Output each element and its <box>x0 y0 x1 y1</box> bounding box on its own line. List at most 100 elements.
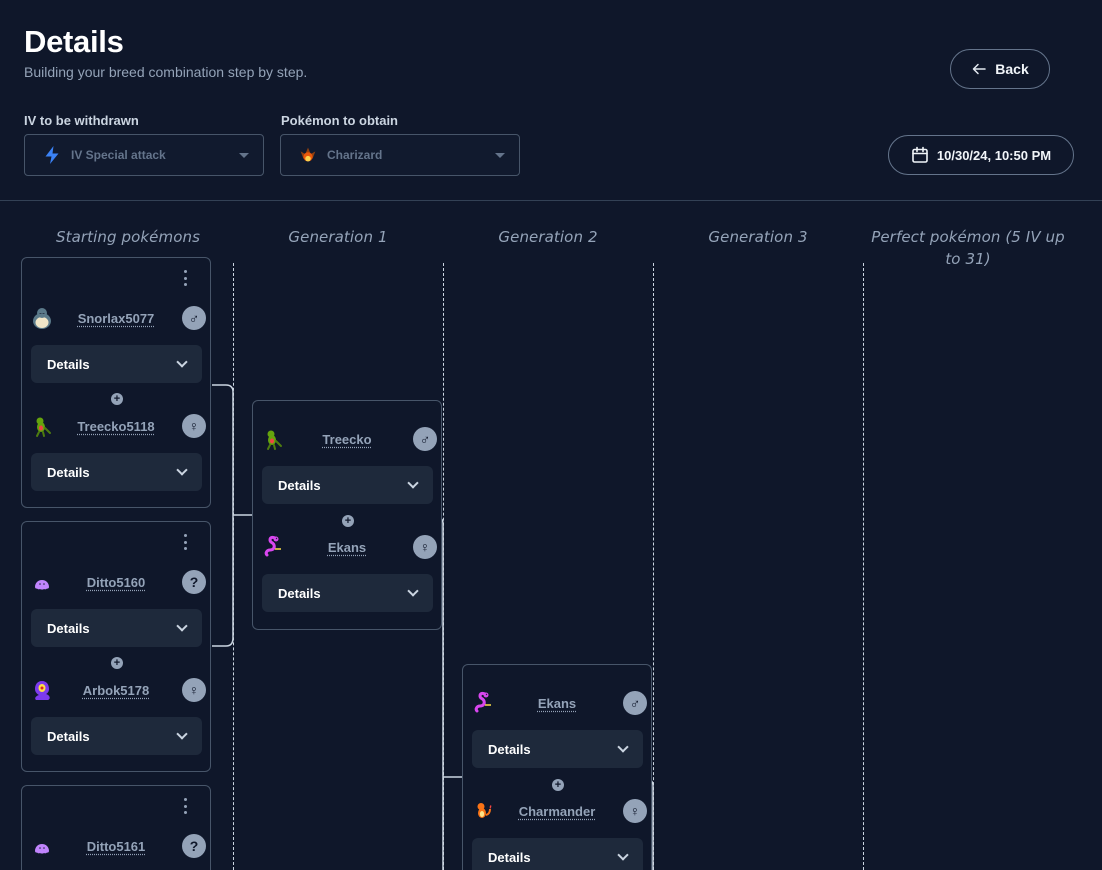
ditto-icon <box>35 580 49 590</box>
treecko-icon <box>36 417 51 437</box>
pokemon-row: Arbok5178 ♀ <box>22 675 210 705</box>
details-label: Details <box>47 620 90 636</box>
pokemon-row: Ditto5160 ? <box>22 567 210 597</box>
back-button[interactable]: Back <box>950 49 1050 89</box>
column-divider <box>233 263 234 870</box>
pokemon-select[interactable]: Charizard <box>280 134 520 176</box>
generation-2-pair-card: Ekans ♂ Details + Charmander ♀ Details <box>462 664 652 870</box>
page-subtitle: Building your breed combination step by … <box>24 64 308 80</box>
charizard-icon <box>297 144 319 166</box>
chevron-down-icon <box>176 356 188 368</box>
details-label: Details <box>488 741 531 757</box>
female-icon[interactable]: ♀ <box>413 535 437 559</box>
chevron-down-icon <box>617 849 629 861</box>
column-header-generation-3: Generation 3 <box>708 228 808 246</box>
more-vertical-icon[interactable] <box>180 798 190 814</box>
more-vertical-icon[interactable] <box>180 270 190 286</box>
female-icon[interactable]: ♀ <box>182 678 206 702</box>
pokemon-name-link[interactable]: Snorlax5077 <box>60 311 172 326</box>
unknown-gender-icon[interactable]: ? <box>182 834 206 858</box>
page-title: Details <box>24 24 124 59</box>
pokemon-select-value: Charizard <box>327 148 383 162</box>
more-vertical-icon[interactable] <box>180 534 190 550</box>
charmander-icon <box>477 803 492 818</box>
chevron-down-icon <box>176 728 188 740</box>
details-label: Details <box>47 356 90 372</box>
pokemon-row: Ekans ♂ <box>463 688 651 718</box>
details-toggle[interactable]: Details <box>31 453 202 491</box>
caret-down-icon <box>495 152 505 158</box>
column-divider <box>653 263 654 870</box>
plus-icon: + <box>111 657 123 669</box>
female-icon[interactable]: ♀ <box>182 414 206 438</box>
snorlax-icon <box>33 308 51 329</box>
pokemon-row: Charmander ♀ <box>463 796 651 826</box>
pokemon-name-link[interactable]: Ditto5161 <box>60 839 172 854</box>
iv-select-value: IV Special attack <box>71 148 166 162</box>
pokemon-field-label: Pokémon to obtain <box>281 113 398 128</box>
pokemon-row: Snorlax5077 ♂ <box>22 303 210 333</box>
starting-pair-card: Ditto5161 ? <box>21 785 211 870</box>
lightning-icon <box>41 144 63 166</box>
details-toggle[interactable]: Details <box>262 574 433 612</box>
pokemon-name-link[interactable]: Ekans <box>291 540 403 555</box>
chevron-down-icon <box>407 477 419 489</box>
column-header-perfect: Perfect pokémon (5 IV up to 31) <box>871 228 1065 268</box>
caret-down-icon <box>239 152 249 158</box>
date-button[interactable]: 10/30/24, 10:50 PM <box>888 135 1074 175</box>
calendar-icon <box>912 146 928 163</box>
details-label: Details <box>47 464 90 480</box>
details-toggle[interactable]: Details <box>472 730 643 768</box>
column-header-generation-2: Generation 2 <box>498 228 598 246</box>
column-divider <box>863 263 864 870</box>
column-header-generation-1: Generation 1 <box>288 228 388 246</box>
male-icon[interactable]: ♂ <box>182 306 206 330</box>
starting-pair-card: Ditto5160 ? Details + Arbok5178 ♀ Detail… <box>21 521 211 772</box>
iv-field-label: IV to be withdrawn <box>24 113 139 128</box>
column-header-starting: Starting pokémons <box>55 228 201 246</box>
chevron-down-icon <box>617 741 629 753</box>
details-toggle[interactable]: Details <box>472 838 643 870</box>
details-label: Details <box>488 849 531 865</box>
generation-1-pair-card: Treecko ♂ Details + Ekans ♀ Details <box>252 400 442 630</box>
details-label: Details <box>278 477 321 493</box>
pokemon-name-link[interactable]: Ditto5160 <box>60 575 172 590</box>
ekans-icon <box>264 535 281 557</box>
details-toggle[interactable]: Details <box>31 717 202 755</box>
pokemon-row: Treecko5118 ♀ <box>22 411 210 441</box>
details-toggle[interactable]: Details <box>262 466 433 504</box>
chevron-down-icon <box>176 464 188 476</box>
ekans-icon <box>474 691 491 713</box>
arrow-left-icon <box>973 63 987 75</box>
details-label: Details <box>278 585 321 601</box>
header-divider <box>0 200 1102 201</box>
iv-select[interactable]: IV Special attack <box>24 134 264 176</box>
male-icon[interactable]: ♂ <box>413 427 437 451</box>
details-toggle[interactable]: Details <box>31 609 202 647</box>
plus-icon: + <box>552 779 564 791</box>
pokemon-name-link[interactable]: Ekans <box>501 696 613 711</box>
arbok-icon <box>35 681 50 700</box>
unknown-gender-icon[interactable]: ? <box>182 570 206 594</box>
starting-pair-card: Snorlax5077 ♂ Details + Treecko5118 ♀ De… <box>21 257 211 508</box>
female-icon[interactable]: ♀ <box>623 799 647 823</box>
pokemon-name-link[interactable]: Treecko5118 <box>60 419 172 434</box>
details-label: Details <box>47 728 90 744</box>
back-button-label: Back <box>995 61 1029 77</box>
chevron-down-icon <box>407 585 419 597</box>
treecko-icon <box>267 430 282 450</box>
plus-icon: + <box>111 393 123 405</box>
date-label: 10/30/24, 10:50 PM <box>936 147 1052 163</box>
male-icon[interactable]: ♂ <box>623 691 647 715</box>
ditto-icon <box>35 844 49 854</box>
pokemon-row: Ekans ♀ <box>253 532 441 562</box>
details-toggle[interactable]: Details <box>31 345 202 383</box>
column-divider <box>443 263 444 870</box>
pokemon-row: Treecko ♂ <box>253 424 441 454</box>
pokemon-name-link[interactable]: Treecko <box>291 432 403 447</box>
pokemon-name-link[interactable]: Arbok5178 <box>60 683 172 698</box>
plus-icon: + <box>342 515 354 527</box>
chevron-down-icon <box>176 620 188 632</box>
pokemon-name-link[interactable]: Charmander <box>501 804 613 819</box>
pokemon-row: Ditto5161 ? <box>22 831 210 861</box>
